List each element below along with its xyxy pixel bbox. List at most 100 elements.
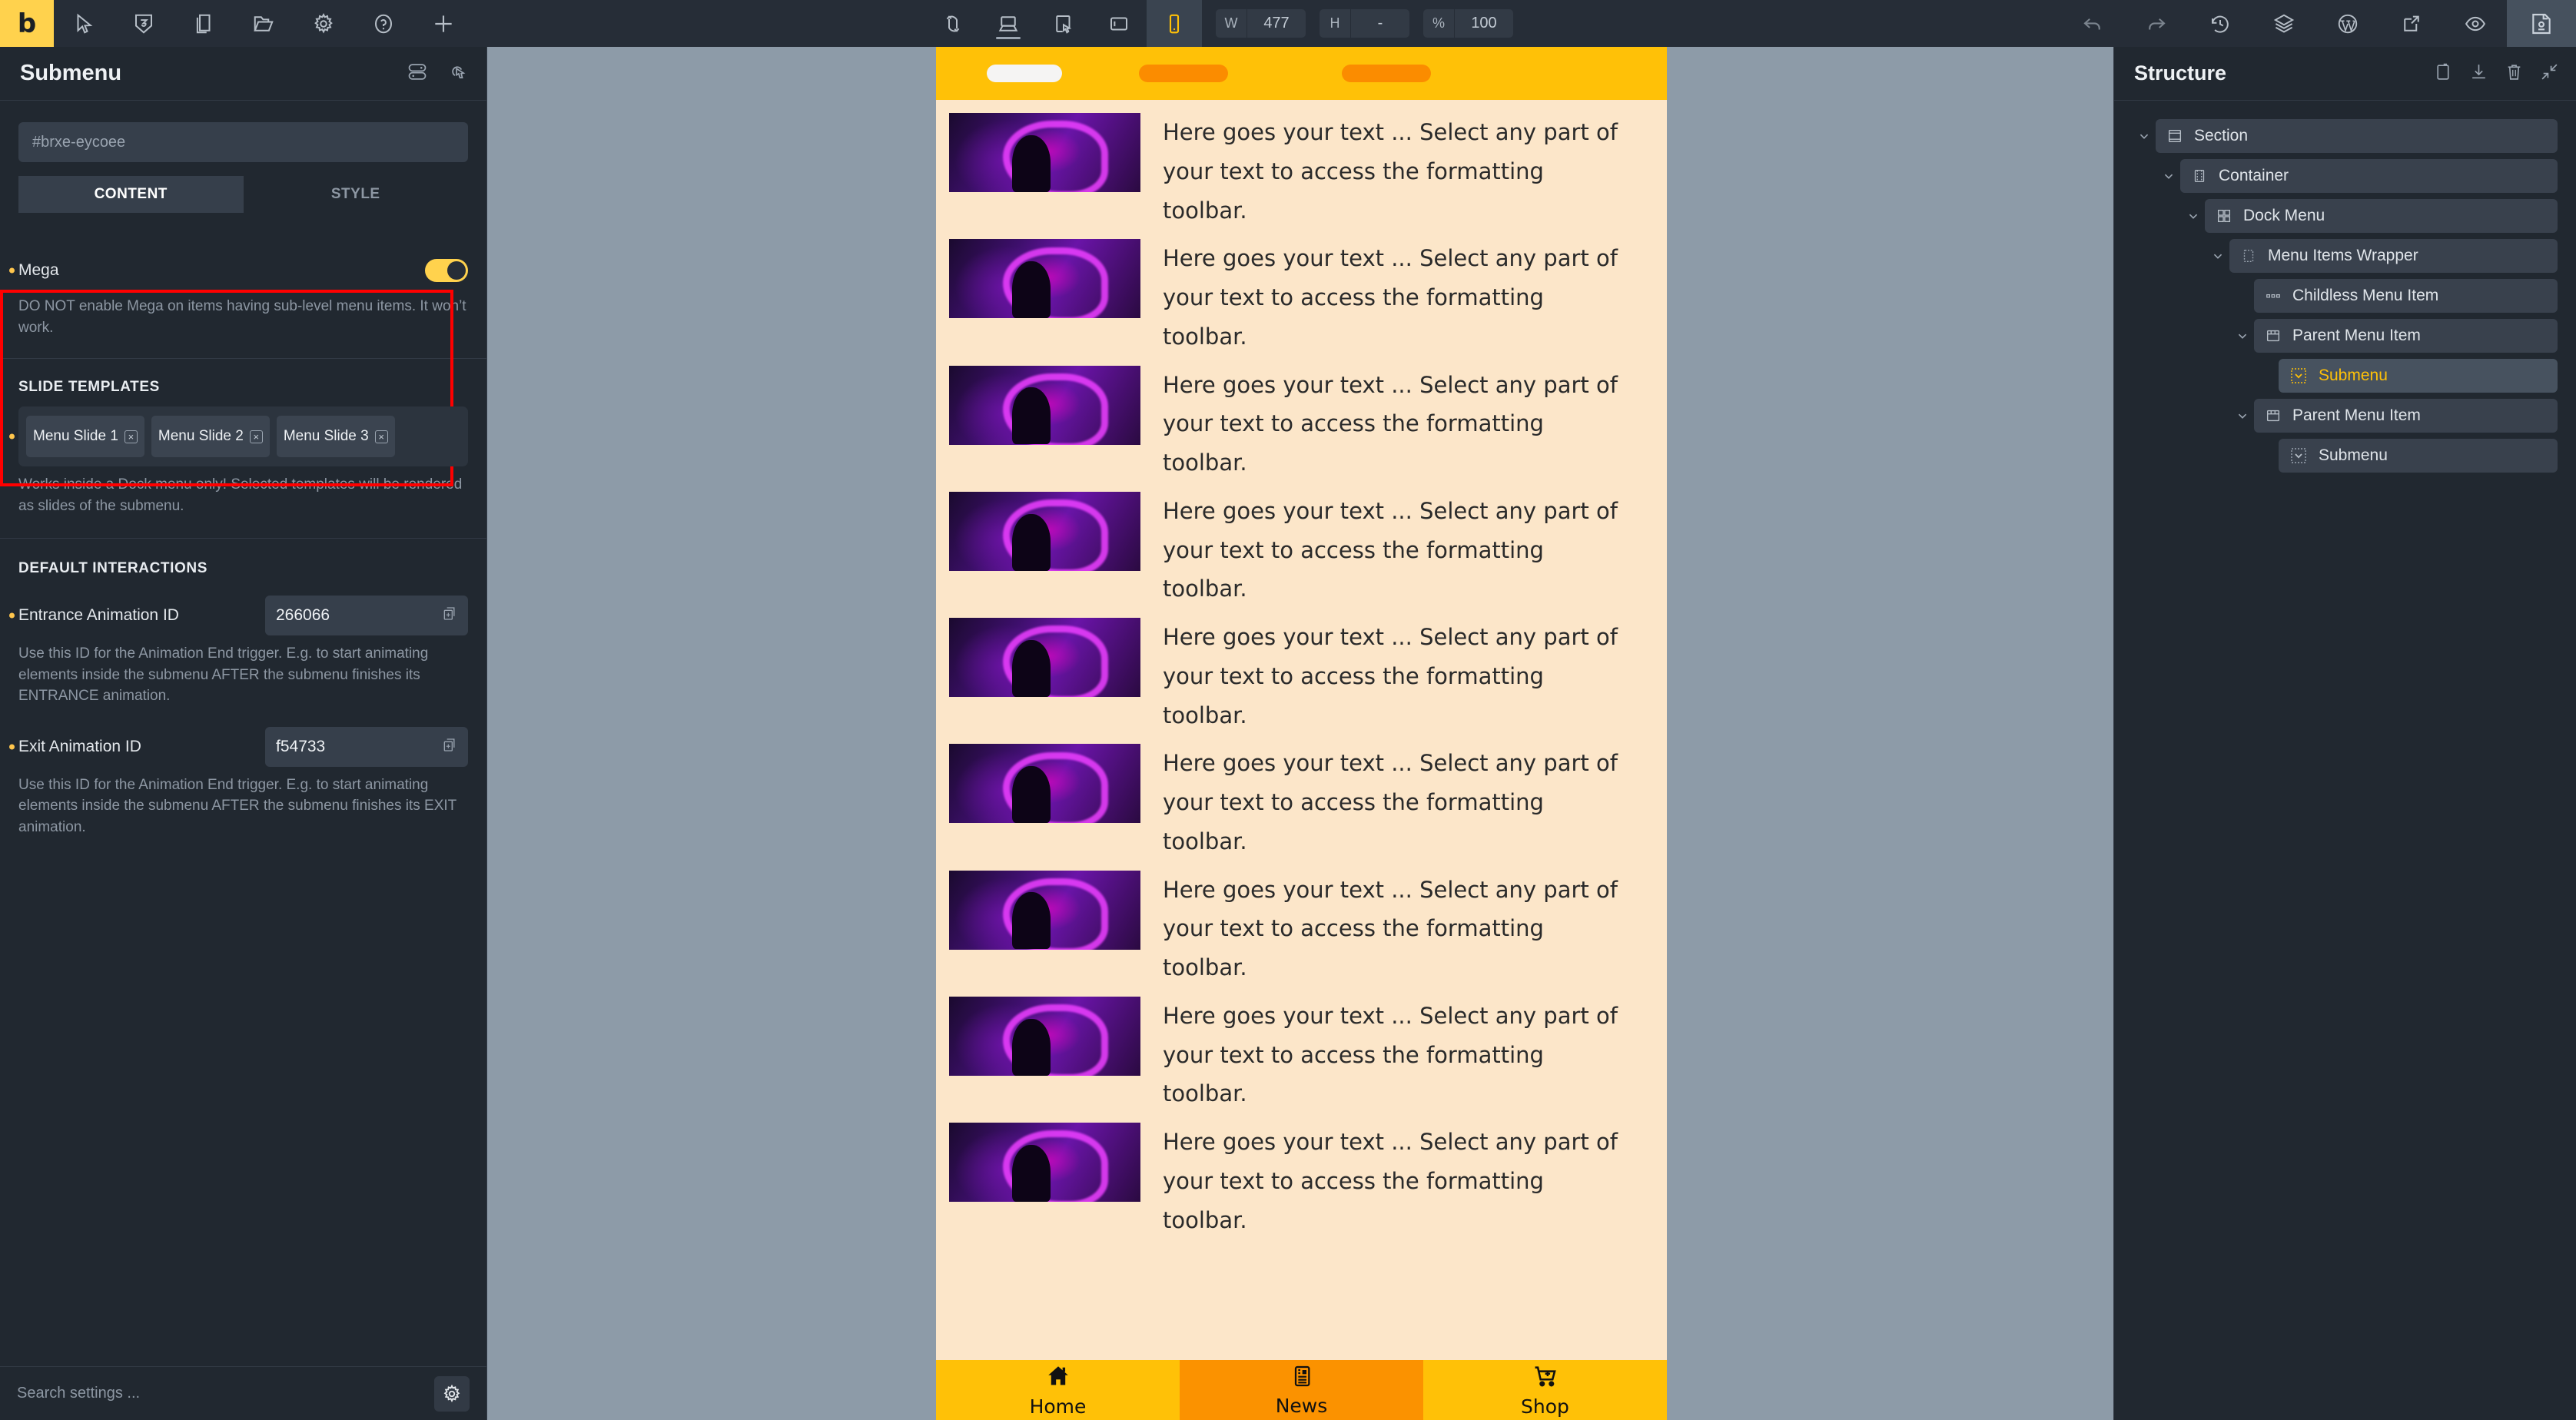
exit-animation-input[interactable]: f54733: [265, 726, 468, 767]
tab-content[interactable]: CONTENT: [18, 176, 244, 213]
width-field[interactable]: W 477: [1216, 9, 1306, 38]
news-icon: [1290, 1364, 1314, 1392]
slide-indicator-3[interactable]: [1342, 65, 1431, 82]
structure-tree-item-pill[interactable]: Parent Menu Item: [2254, 399, 2558, 433]
chevron-down-icon[interactable]: [2231, 327, 2254, 344]
collapse-icon[interactable]: [2540, 62, 2559, 85]
content-text[interactable]: Here goes your text ... Select any part …: [1163, 744, 1624, 861]
remove-tag-icon[interactable]: ×: [374, 430, 388, 443]
structure-tree-item-pill[interactable]: Container: [2180, 159, 2558, 193]
remove-tag-icon[interactable]: ×: [249, 430, 263, 443]
structure-tree-item-label: Childless Menu Item: [2292, 287, 2439, 304]
clipboard-icon[interactable]: [2434, 62, 2453, 85]
chevron-down-icon[interactable]: [2231, 407, 2254, 424]
structure-header-icons: [2434, 62, 2559, 85]
tag-item[interactable]: Menu Slide 1 ×: [26, 416, 144, 458]
css3-icon[interactable]: [114, 0, 174, 47]
dock-item-news[interactable]: News: [1180, 1360, 1423, 1420]
content-text[interactable]: Here goes your text ... Select any part …: [1163, 113, 1624, 230]
device-viewport: Here goes your text ... Select any part …: [936, 47, 1667, 1420]
content-text[interactable]: Here goes your text ... Select any part …: [1163, 1123, 1624, 1239]
height-field[interactable]: H -: [1320, 9, 1409, 38]
copy-icon[interactable]: [442, 737, 457, 756]
content-text[interactable]: Here goes your text ... Select any part …: [1163, 239, 1624, 356]
content-text[interactable]: Here goes your text ... Select any part …: [1163, 618, 1624, 735]
mega-group: Mega DO NOT enable Mega on items having …: [0, 253, 486, 338]
content-text[interactable]: Here goes your text ... Select any part …: [1163, 871, 1624, 987]
panel-footer: Search settings ...: [0, 1366, 486, 1420]
chevron-down-icon[interactable]: [2182, 207, 2205, 224]
element-id-input[interactable]: #brxe-eycoee: [18, 122, 468, 162]
redo-icon[interactable]: [2124, 0, 2188, 47]
structure-tree-item-pill[interactable]: Section: [2156, 119, 2558, 153]
remove-tag-icon[interactable]: ×: [124, 430, 138, 443]
tablet-icon[interactable]: [1036, 0, 1091, 47]
revisions-icon[interactable]: [925, 0, 981, 47]
mega-toggle[interactable]: [425, 259, 468, 282]
slide-indicator-1[interactable]: [987, 65, 1062, 82]
tag-item[interactable]: Menu Slide 2 ×: [151, 416, 270, 458]
search-settings-input[interactable]: Search settings ...: [17, 1385, 140, 1402]
content-text[interactable]: Here goes your text ... Select any part …: [1163, 492, 1624, 609]
trash-icon[interactable]: [2505, 62, 2524, 85]
toolbar-left-group: [54, 0, 473, 47]
undo-icon[interactable]: [2060, 0, 2124, 47]
structure-tree-item[interactable]: Submenu: [2114, 439, 2576, 473]
structure-tree-item-pill[interactable]: Submenu: [2279, 359, 2558, 393]
toggles-icon[interactable]: [407, 61, 428, 86]
content-text[interactable]: Here goes your text ... Select any part …: [1163, 997, 1624, 1113]
zoom-value[interactable]: 100: [1455, 15, 1513, 32]
entrance-animation-input[interactable]: 266066: [265, 596, 468, 636]
divider: [0, 358, 486, 360]
structure-tree-item[interactable]: Menu Items Wrapper: [2114, 239, 2576, 273]
mega-label: Mega: [18, 261, 59, 279]
chevron-down-icon[interactable]: [2157, 168, 2180, 184]
gear-icon[interactable]: [294, 0, 354, 47]
copy-icon[interactable]: [442, 606, 457, 625]
structure-tree-item[interactable]: Parent Menu Item: [2114, 319, 2576, 353]
structure-tree-item[interactable]: Submenu: [2114, 359, 2576, 393]
height-label: H: [1329, 15, 1340, 31]
structure-tree-item-pill[interactable]: Menu Items Wrapper: [2229, 239, 2558, 273]
structure-tree-item[interactable]: Container: [2114, 159, 2576, 193]
download-icon[interactable]: [2469, 62, 2488, 85]
height-value[interactable]: -: [1351, 15, 1409, 32]
layers-icon[interactable]: [2252, 0, 2315, 47]
structure-tree-item-pill[interactable]: Parent Menu Item: [2254, 319, 2558, 353]
structure-tree-item-pill[interactable]: Submenu: [2279, 439, 2558, 473]
slide-indicator-2[interactable]: [1139, 65, 1228, 82]
structure-tree-item-label: Container: [2219, 167, 2289, 184]
preview-eye-icon[interactable]: [2443, 0, 2507, 47]
structure-tree-item[interactable]: Dock Menu: [2114, 199, 2576, 233]
content-text[interactable]: Here goes your text ... Select any part …: [1163, 366, 1624, 483]
save-icon[interactable]: [2507, 0, 2576, 47]
plus-icon[interactable]: [413, 0, 473, 47]
structure-tree-item[interactable]: Childless Menu Item: [2114, 279, 2576, 313]
cursor-icon[interactable]: [54, 0, 114, 47]
slide-templates-tags[interactable]: Menu Slide 1 × Menu Slide 2 × Menu Slide…: [9, 406, 468, 467]
dock-item-home[interactable]: Home: [936, 1360, 1180, 1420]
wordpress-icon[interactable]: [2315, 0, 2379, 47]
pages-icon[interactable]: [174, 0, 234, 47]
dock-item-shop[interactable]: Shop: [1423, 1360, 1667, 1420]
landscape-icon[interactable]: [1091, 0, 1147, 47]
gear-icon[interactable]: [434, 1375, 470, 1412]
structure-tree-item[interactable]: Section: [2114, 119, 2576, 153]
mobile-icon[interactable]: [1147, 0, 1202, 47]
structure-tree-item-pill[interactable]: Dock Menu: [2205, 199, 2558, 233]
zoom-field[interactable]: % 100: [1423, 9, 1513, 38]
tag-item[interactable]: Menu Slide 3 ×: [276, 416, 395, 458]
app-logo[interactable]: b: [0, 0, 54, 47]
width-value[interactable]: 477: [1247, 15, 1306, 32]
tab-style[interactable]: STYLE: [244, 176, 469, 213]
external-link-icon[interactable]: [2379, 0, 2443, 47]
interactions-icon[interactable]: [446, 61, 468, 86]
folder-icon[interactable]: [234, 0, 294, 47]
chevron-down-icon[interactable]: [2133, 128, 2156, 144]
structure-tree-item-pill[interactable]: Childless Menu Item: [2254, 279, 2558, 313]
help-icon[interactable]: [354, 0, 413, 47]
desktop-icon[interactable]: [981, 0, 1036, 47]
chevron-down-icon[interactable]: [2206, 247, 2229, 264]
structure-tree-item[interactable]: Parent Menu Item: [2114, 399, 2576, 433]
history-icon[interactable]: [2188, 0, 2252, 47]
